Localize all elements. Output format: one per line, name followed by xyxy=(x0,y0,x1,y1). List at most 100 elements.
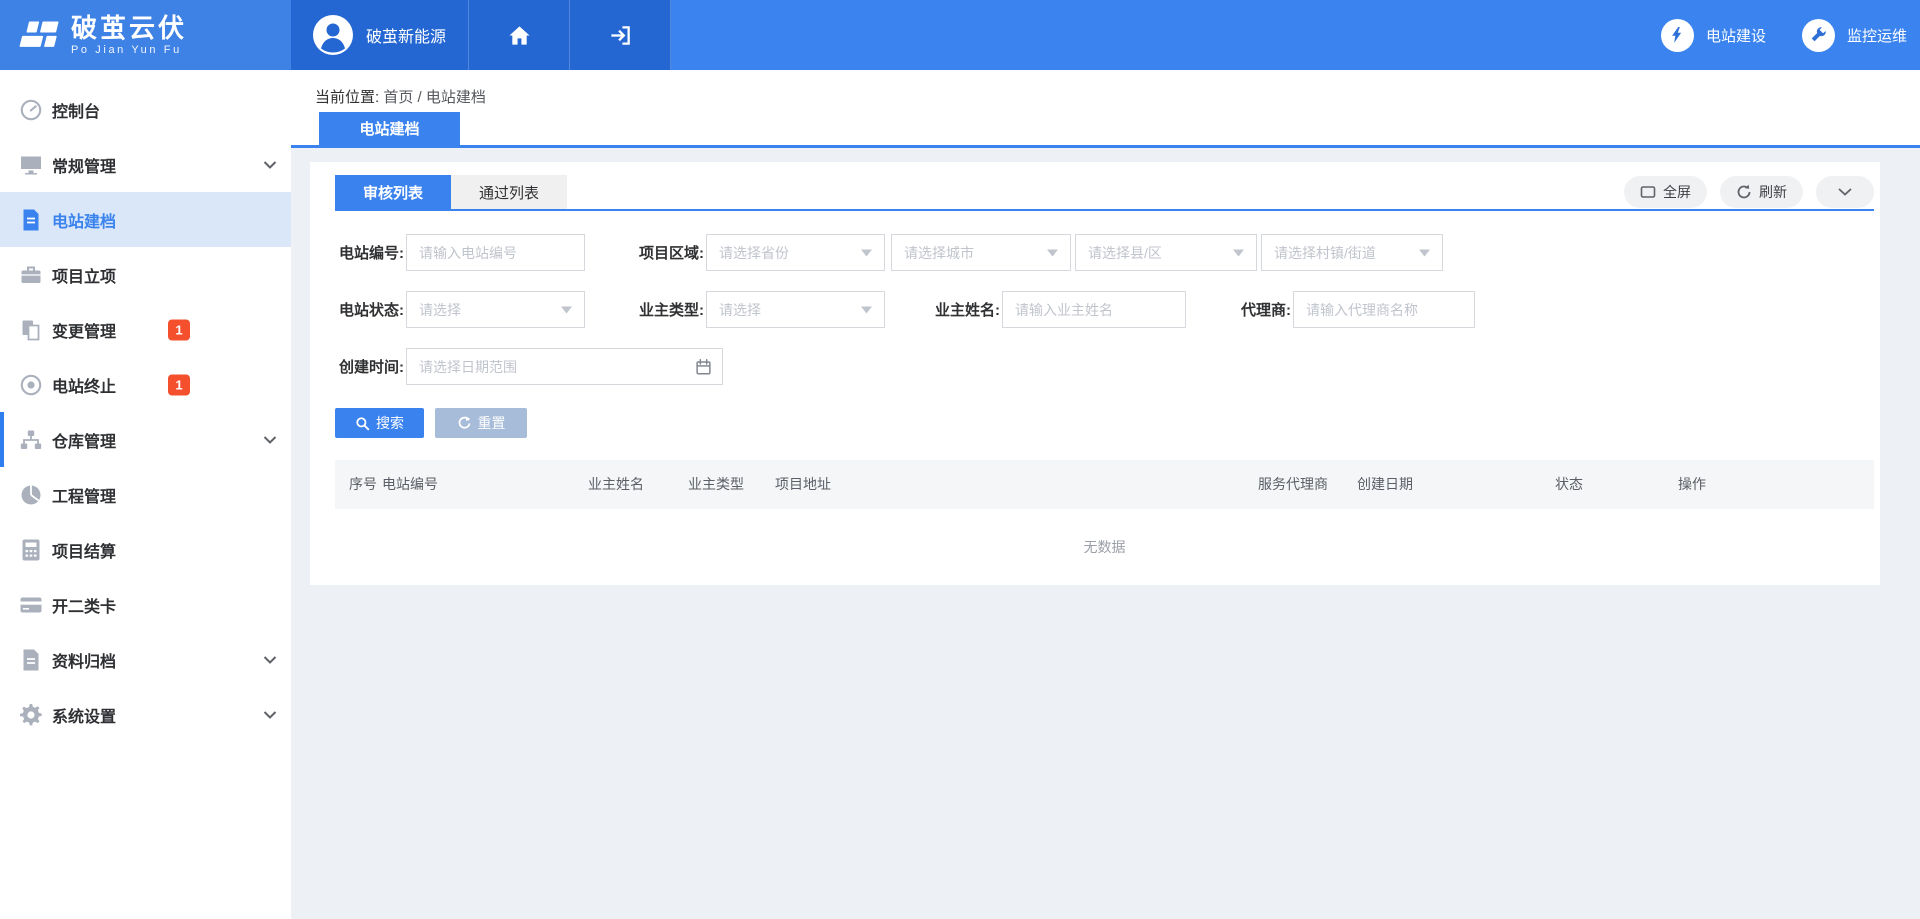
nav-monitor-ops[interactable]: 监控运维 xyxy=(1802,19,1907,52)
user-name: 破茧新能源 xyxy=(366,23,446,47)
refresh-button[interactable]: 刷新 xyxy=(1720,176,1803,208)
sidebar-item-station-filing[interactable]: 电站建档 xyxy=(0,192,291,247)
station-status-select[interactable]: 请选择 xyxy=(406,291,585,328)
sidebar-item-label: 项目结算 xyxy=(52,538,116,562)
logo-icon xyxy=(16,17,60,53)
reset-button[interactable]: 重置 xyxy=(435,408,527,438)
fullscreen-button[interactable]: 全屏 xyxy=(1624,176,1707,208)
placeholder-text: 请输入业主姓名 xyxy=(1015,300,1113,320)
page-tab-station-filing[interactable]: 电站建档 xyxy=(319,112,460,145)
home-icon xyxy=(508,24,531,47)
copy-icon xyxy=(19,318,43,342)
sidebar-item-open-type2-card[interactable]: 开二类卡 xyxy=(0,577,291,632)
sidebar-item-label: 变更管理 xyxy=(52,318,116,342)
calendar-icon xyxy=(695,358,712,375)
breadcrumb-prefix: 当前位置: xyxy=(315,89,379,106)
notification-badge: 1 xyxy=(168,319,190,340)
sidebar-item-system-settings[interactable]: 系统设置 xyxy=(0,687,291,742)
sidebar-item-project-settlement[interactable]: 项目结算 xyxy=(0,522,291,577)
placeholder-text: 请选择日期范围 xyxy=(419,357,517,377)
sidebar-item-label: 控制台 xyxy=(52,98,100,122)
owner-name-input[interactable]: 请输入业主姓名 xyxy=(1002,291,1186,328)
logo-section: 破茧云伏 Po Jian Yun Fu xyxy=(0,0,291,70)
placeholder-text: 请选择县/区 xyxy=(1088,243,1162,263)
login-icon xyxy=(609,24,632,47)
column-header: 业主姓名 xyxy=(588,460,644,509)
placeholder-text: 请选择村镇/街道 xyxy=(1274,243,1376,263)
user-menu[interactable]: 破茧新能源 xyxy=(291,0,469,70)
logout-button[interactable] xyxy=(570,0,671,70)
topbar: 当前位置: 首页 / 电站建档 电站建档 xyxy=(291,70,1920,148)
refresh-label: 刷新 xyxy=(1759,182,1787,202)
station-status-select-label: 电站状态: xyxy=(335,299,404,320)
archive-icon xyxy=(19,648,43,672)
column-header: 服务代理商 xyxy=(1258,460,1328,509)
content-card: 审核列表 通过列表 全屏 xyxy=(310,162,1880,585)
caret-down-icon xyxy=(1047,249,1058,256)
search-button[interactable]: 搜索 xyxy=(335,408,424,438)
header-light-section: 电站建设 监控运维 xyxy=(671,0,1920,70)
station-code-input-label: 电站编号: xyxy=(335,242,404,263)
town-select[interactable]: 请选择村镇/街道 xyxy=(1261,234,1443,271)
dashboard-icon xyxy=(19,98,43,122)
column-header: 创建日期 xyxy=(1357,460,1413,509)
sidebar-item-label: 常规管理 xyxy=(52,153,116,177)
sidebar-item-engineering-management[interactable]: 工程管理 xyxy=(0,467,291,522)
placeholder-text: 请输入电站编号 xyxy=(419,243,517,263)
create-time-input[interactable]: 请选择日期范围 xyxy=(406,348,723,385)
header-dark-section: 破茧新能源 xyxy=(291,0,671,70)
sidebar-item-warehouse-management[interactable]: 仓库管理 xyxy=(0,412,291,467)
placeholder-text: 请选择 xyxy=(719,300,761,320)
sidebar-item-label: 资料归档 xyxy=(52,648,116,672)
caret-down-icon xyxy=(861,306,872,313)
agent-input[interactable]: 请输入代理商名称 xyxy=(1293,291,1475,328)
city-select[interactable]: 请选择城市 xyxy=(891,234,1071,271)
owner-type-select[interactable]: 请选择 xyxy=(706,291,885,328)
district-select[interactable]: 请选择县/区 xyxy=(1075,234,1257,271)
sidebar-item-change-management[interactable]: 变更管理 1 xyxy=(0,302,291,357)
main-area: 当前位置: 首页 / 电站建档 电站建档 审核列表 通过列表 全屏 xyxy=(291,70,1920,919)
empty-state: 无数据 xyxy=(335,509,1874,585)
lightning-icon xyxy=(1661,19,1694,52)
filter-row-3: 创建时间: 请选择日期范围 xyxy=(335,348,1874,385)
sidebar-item-data-archive[interactable]: 资料归档 xyxy=(0,632,291,687)
province-select[interactable]: 请选择省份 xyxy=(706,234,885,271)
collapse-button[interactable] xyxy=(1816,176,1874,208)
agent-input-label: 代理商: xyxy=(1222,299,1291,320)
chevron-down-icon xyxy=(263,160,277,169)
nav-station-build[interactable]: 电站建设 xyxy=(1661,19,1766,52)
tab-review-list[interactable]: 审核列表 xyxy=(335,175,451,209)
sidebar-item-project-initiation[interactable]: 项目立项 xyxy=(0,247,291,302)
sidebar-item-console[interactable]: 控制台 xyxy=(0,82,291,137)
refresh-icon xyxy=(1736,184,1752,200)
reset-icon xyxy=(457,416,472,431)
search-label: 搜索 xyxy=(376,413,404,433)
caret-down-icon xyxy=(1233,249,1244,256)
app-title: 破茧云伏 xyxy=(71,14,187,43)
fullscreen-icon xyxy=(1640,184,1656,200)
sidebar-item-general-management[interactable]: 常规管理 xyxy=(0,137,291,192)
chevron-down-icon xyxy=(263,710,277,719)
app-header: 破茧云伏 Po Jian Yun Fu 破茧新能源 xyxy=(0,0,1920,70)
calculator-icon xyxy=(19,538,43,562)
app-window: 破茧云伏 Po Jian Yun Fu 破茧新能源 xyxy=(0,0,1920,919)
home-button[interactable] xyxy=(469,0,570,70)
owner-type-select-label: 业主类型: xyxy=(635,299,704,320)
nav-label: 监控运维 xyxy=(1847,25,1907,46)
document-icon xyxy=(19,208,43,232)
sidebar-item-label: 电站终止 xyxy=(52,373,116,397)
chevron-down-icon xyxy=(263,655,277,664)
create-time-input-label: 创建时间: xyxy=(335,356,404,377)
column-header: 序号 xyxy=(349,460,377,509)
wrench-icon xyxy=(1802,19,1835,52)
sidebar-item-label: 电站建档 xyxy=(52,208,116,232)
avatar xyxy=(313,15,353,55)
sidebar-item-label: 工程管理 xyxy=(52,483,116,507)
notification-badge: 1 xyxy=(168,374,190,395)
station-code-input[interactable]: 请输入电站编号 xyxy=(406,234,585,271)
sidebar-item-station-termination[interactable]: 电站终止 1 xyxy=(0,357,291,412)
data-table: 序号电站编号业主姓名业主类型项目地址服务代理商创建日期状态操作 无数据 xyxy=(335,460,1874,585)
chevron-down-icon xyxy=(263,435,277,444)
monitor-icon xyxy=(19,153,43,177)
tab-passed-list[interactable]: 通过列表 xyxy=(451,175,567,209)
